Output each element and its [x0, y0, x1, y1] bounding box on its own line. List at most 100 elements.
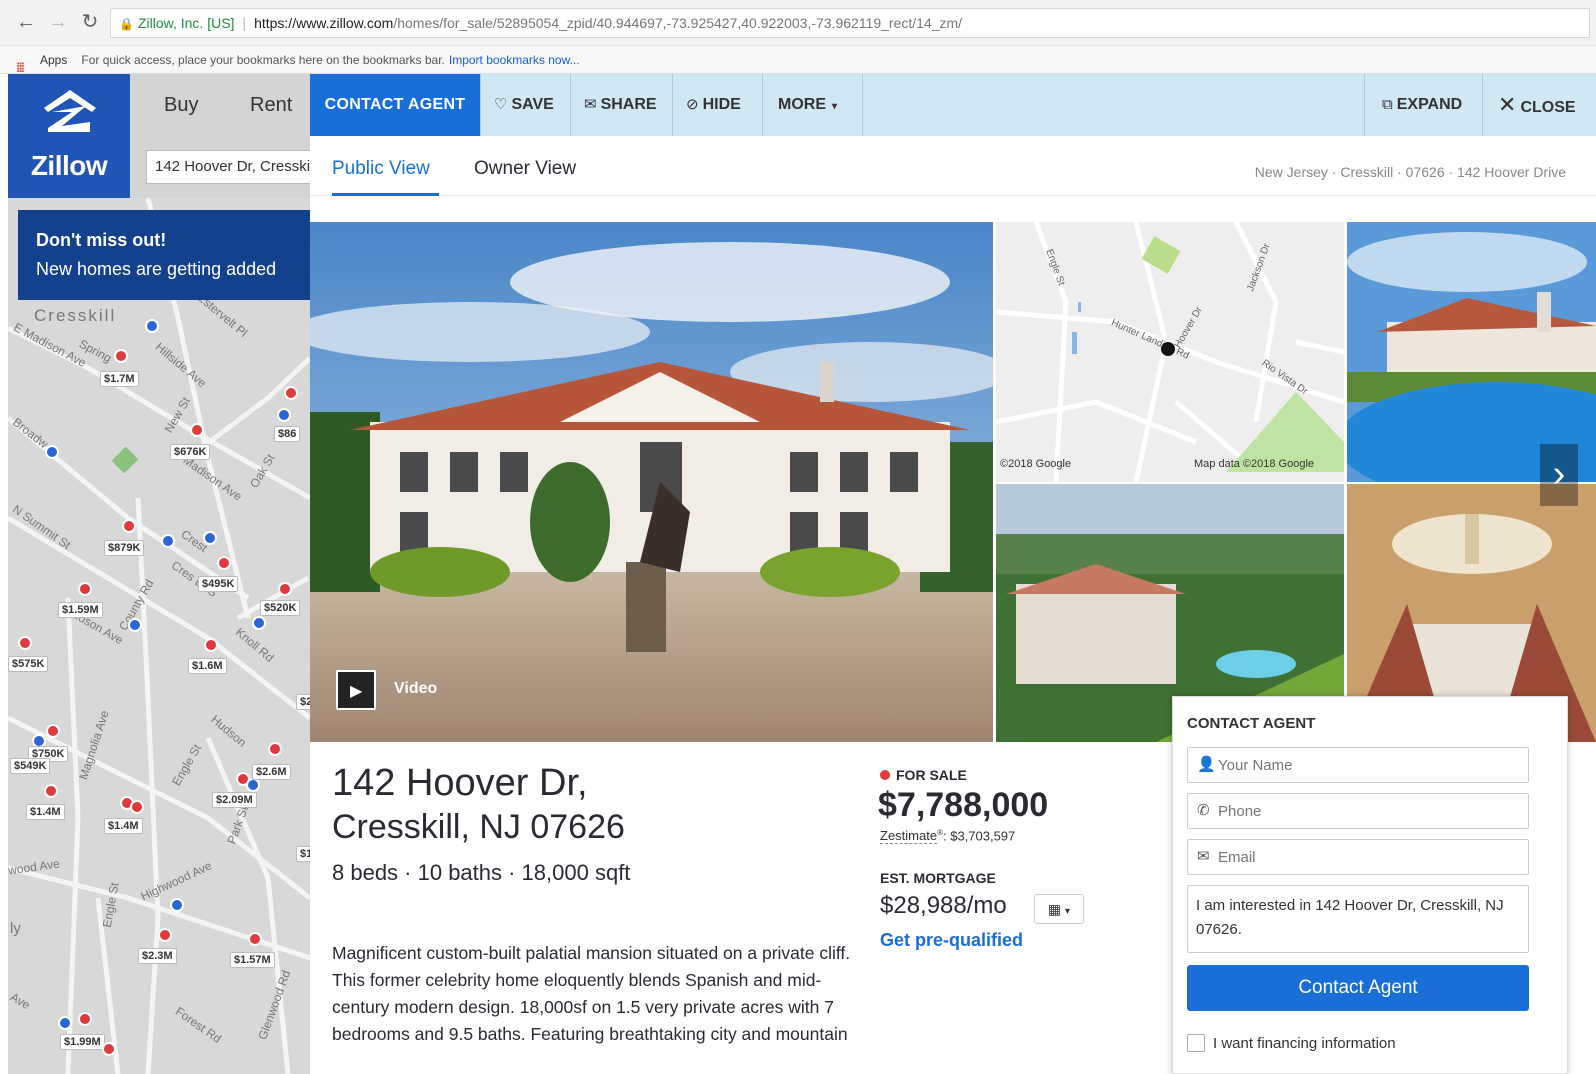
name-input[interactable]: [1187, 747, 1529, 783]
back-arrow-icon[interactable]: ←: [14, 10, 38, 34]
map-panel[interactable]: Cresskill E Madison Ave Spring Hillside …: [8, 198, 310, 1074]
caret-down-icon: ▾: [832, 101, 838, 112]
search-input[interactable]: 142 Hoover Dr, Cresskill, NJ: [146, 150, 316, 184]
bookmarks-bar: ⁞⁞⁞ Apps For quick access, place your book…: [0, 46, 1596, 75]
more-button[interactable]: MORE ▾: [778, 74, 837, 136]
breadcrumb[interactable]: New Jersey · Cresskill · 07626 · 142 Hoo…: [1255, 164, 1566, 180]
listing-description: Magnificent custom-built palatial mansio…: [332, 943, 851, 1044]
price-pin[interactable]: $1.4M: [26, 804, 65, 820]
price-pin[interactable]: $1.57M: [230, 952, 275, 968]
price-pin[interactable]: $676K: [170, 444, 211, 460]
map-pin[interactable]: [44, 784, 58, 798]
price-pin[interactable]: $86: [274, 426, 301, 442]
property-location-marker[interactable]: [1161, 342, 1175, 356]
pool-photo[interactable]: [1347, 222, 1596, 482]
forward-arrow-icon[interactable]: →: [46, 10, 70, 34]
map-pin[interactable]: [122, 519, 136, 533]
video-label[interactable]: Video: [394, 680, 437, 698]
price-pin[interactable]: $1.7M: [100, 371, 139, 387]
map-pin[interactable]: [268, 742, 282, 756]
price-pin[interactable]: $1.4M: [104, 818, 143, 834]
apps-link[interactable]: Apps: [40, 53, 67, 67]
import-bookmarks-link[interactable]: Import bookmarks now...: [449, 53, 580, 67]
map-pin[interactable]: [114, 349, 128, 363]
zestimate-label[interactable]: Zestimate: [880, 828, 938, 845]
map-data-credit: Map data ©2018 Google: [1194, 458, 1315, 470]
map-pin[interactable]: [217, 556, 231, 570]
email-input[interactable]: [1187, 839, 1529, 875]
listing-price: $7,788,000: [878, 786, 1049, 824]
listing-detail-panel: CONTACT AGENT ♡ SAVE ✉ SHARE ⊘ HIDE MORE ▾ ⧉…: [310, 74, 1596, 1074]
zestimate: Zestimate®: $3,703,597: [880, 828, 1016, 845]
price-pin[interactable]: $2.3M: [138, 948, 177, 964]
next-photo-button[interactable]: ›: [1540, 444, 1578, 506]
contact-agent-submit-button[interactable]: Contact Agent: [1187, 965, 1529, 1011]
apps-grid-icon[interactable]: ⁞⁞⁞: [16, 54, 32, 75]
hide-button[interactable]: ⊘ HIDE: [686, 74, 741, 136]
address-bar[interactable]: 🔒 Zillow, Inc. [US] | https://www.zillow.co…: [110, 8, 1590, 38]
map-pin[interactable]: [246, 778, 260, 792]
map-pin[interactable]: [46, 724, 60, 738]
map-pin[interactable]: [78, 1012, 92, 1026]
map-pin[interactable]: [248, 932, 262, 946]
price-pin[interactable]: $549K: [10, 758, 51, 774]
tab-public-view[interactable]: Public View: [332, 158, 430, 180]
calculator-icon: ▦: [1047, 901, 1062, 917]
map-pin[interactable]: [277, 408, 291, 422]
price-pin[interactable]: $495K: [198, 576, 239, 592]
price-pin[interactable]: $1.59M: [58, 602, 103, 618]
save-button[interactable]: ♡ SAVE: [494, 74, 554, 136]
contact-agent-button[interactable]: CONTACT AGENT: [310, 74, 480, 136]
price-pin[interactable]: $2.6M: [252, 764, 291, 780]
map-pin[interactable]: [158, 928, 172, 942]
price-pin[interactable]: $1.6M: [188, 658, 227, 674]
zillow-logo[interactable]: Zillow: [8, 74, 130, 198]
reload-icon[interactable]: ↻: [78, 10, 102, 34]
map-pin[interactable]: [58, 1016, 72, 1030]
mortgage-calculator-button[interactable]: ▦ ▾: [1034, 894, 1084, 924]
map-pin[interactable]: [130, 800, 144, 814]
financing-checkbox[interactable]: [1187, 1034, 1205, 1052]
map-pin[interactable]: [278, 582, 292, 596]
main-photo[interactable]: ▶ Video: [310, 222, 993, 742]
address-line-1: 142 Hoover Dr,: [332, 762, 588, 804]
map-pin[interactable]: [45, 445, 59, 459]
map-pin[interactable]: [161, 534, 175, 548]
contact-agent-form: CONTACT AGENT 👤 ✆ ✉ I am interested in 1…: [1172, 696, 1568, 1074]
map-pin[interactable]: [204, 638, 218, 652]
map-pin[interactable]: [102, 1042, 116, 1056]
map-pin[interactable]: [128, 618, 142, 632]
message-textarea[interactable]: I am interested in 142 Hoover Dr, Cressk…: [1187, 885, 1529, 953]
map-pin[interactable]: [190, 423, 204, 437]
close-button[interactable]: ✕ CLOSE: [1498, 74, 1576, 136]
map-pin[interactable]: [203, 531, 217, 545]
map-pin[interactable]: [170, 898, 184, 912]
caret-down-icon: ▾: [1065, 906, 1071, 917]
nav-rent[interactable]: Rent: [250, 94, 292, 117]
expand-button[interactable]: ⧉ EXPAND: [1382, 74, 1462, 136]
price-pin[interactable]: $520K: [260, 600, 301, 616]
price-pin[interactable]: $1: [296, 846, 310, 862]
get-prequalified-link[interactable]: Get pre-qualified: [880, 930, 1023, 951]
video-play-button[interactable]: ▶: [336, 670, 376, 710]
banner-subtitle: New homes are getting added: [36, 259, 277, 279]
nav-buy[interactable]: Buy: [164, 94, 198, 117]
location-map-thumbnail[interactable]: Engle St Jackson Dr Hunter Landing Rd Ho…: [996, 222, 1344, 482]
tab-owner-view[interactable]: Owner View: [474, 158, 576, 180]
map-pin[interactable]: [18, 636, 32, 650]
price-pin[interactable]: $1.99M: [60, 1034, 105, 1050]
financing-checkbox-label[interactable]: I want financing information: [1213, 1035, 1396, 1052]
price-pin[interactable]: $575K: [8, 656, 49, 672]
map-pin[interactable]: [252, 616, 266, 630]
price-pin[interactable]: $2: [296, 694, 310, 710]
map-pin[interactable]: [284, 386, 298, 400]
chevron-right-icon: ›: [1552, 453, 1566, 495]
price-pin[interactable]: $2.09M: [212, 792, 257, 808]
home-facts: 8 beds · 10 baths · 18,000 sqft: [332, 860, 631, 885]
new-homes-banner[interactable]: Don't miss out! New homes are getting ad…: [18, 210, 310, 300]
map-pin[interactable]: [78, 582, 92, 596]
share-button[interactable]: ✉ SHARE: [584, 74, 657, 136]
price-pin[interactable]: $879K: [104, 540, 145, 556]
phone-input[interactable]: [1187, 793, 1529, 829]
map-pin[interactable]: [145, 319, 159, 333]
